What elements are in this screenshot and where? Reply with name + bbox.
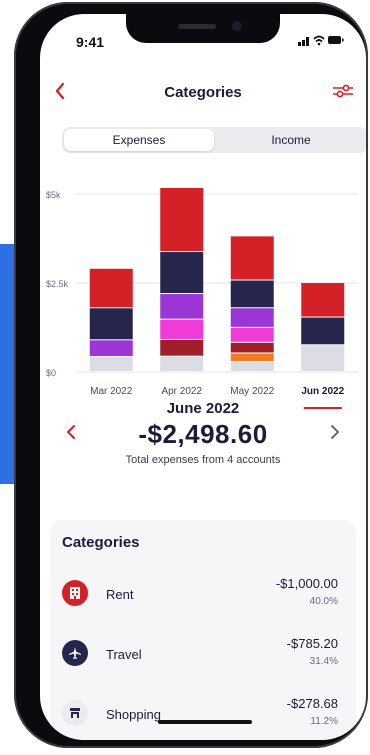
- bar-segment[interactable]: [160, 187, 204, 252]
- category-row-travel[interactable]: Travel -$785.20 31.4%: [50, 636, 356, 676]
- bar-segment[interactable]: [230, 236, 274, 280]
- bar-segment[interactable]: [230, 308, 274, 327]
- bar-segment[interactable]: [89, 308, 133, 340]
- y-tick-label: $0: [46, 368, 56, 378]
- category-percent: 31.4%: [309, 656, 338, 667]
- sliders-icon: [333, 84, 353, 98]
- bar-segment[interactable]: [301, 317, 345, 345]
- categories-panel: Categories Rent -$1,000.00 40.0% Travel …: [50, 520, 356, 740]
- category-name: Rent: [106, 587, 134, 602]
- bar-segment[interactable]: [230, 362, 274, 371]
- previous-month-button[interactable]: [66, 424, 76, 445]
- bar-segment[interactable]: [230, 327, 274, 342]
- status-time: 9:41: [76, 34, 105, 50]
- phone-notch: [126, 14, 280, 43]
- bar-segment[interactable]: [230, 342, 274, 353]
- phone-frame: 9:41 Categories Expenses Income $5k $2.5…: [14, 2, 368, 748]
- filter-button[interactable]: [332, 82, 354, 105]
- bar-segment[interactable]: [230, 353, 274, 362]
- bar-segment[interactable]: [89, 340, 133, 357]
- summary-month: June 2022: [166, 400, 240, 417]
- app-screen: 9:41 Categories Expenses Income $5k $2.5…: [40, 14, 366, 740]
- next-month-button[interactable]: [330, 424, 340, 445]
- y-tick-label: $2.5k: [46, 279, 69, 289]
- category-row-rent[interactable]: Rent -$1,000.00 40.0%: [50, 576, 356, 616]
- category-percent: 11.2%: [310, 716, 338, 727]
- segmented-control: Expenses Income: [62, 127, 366, 153]
- y-tick-label: $5k: [46, 190, 61, 200]
- chevron-right-icon: [331, 425, 339, 439]
- category-amount: -$278.68: [286, 696, 338, 711]
- expenses-chart: $5k $2.5k $0 Mar 2022 Apr 2022 May 2022 Jun 20…: [40, 174, 366, 414]
- bar-segment[interactable]: [160, 339, 204, 356]
- bar-segment[interactable]: [301, 283, 345, 317]
- nav-bar: Categories: [40, 76, 366, 106]
- summary-subtitle: Total expenses from 4 accounts: [125, 454, 281, 466]
- status-icons: [298, 34, 344, 49]
- home-indicator: [158, 720, 252, 724]
- signal-wifi-battery-icon: [298, 35, 344, 46]
- bar-segment[interactable]: [160, 356, 204, 371]
- bar-segment[interactable]: [301, 345, 345, 371]
- category-name: Travel: [106, 647, 142, 662]
- bar-segment[interactable]: [230, 280, 274, 308]
- bar-segment[interactable]: [160, 294, 204, 319]
- segment-income[interactable]: Income: [216, 129, 366, 151]
- bar-segment[interactable]: [160, 319, 204, 339]
- chevron-left-icon: [67, 425, 75, 439]
- category-row-shopping[interactable]: Shopping -$278.68 11.2%: [50, 696, 356, 736]
- bar-segment[interactable]: [89, 357, 133, 371]
- airplane-icon: [62, 640, 88, 666]
- category-name: Shopping: [106, 707, 161, 722]
- category-amount: -$785.20: [286, 636, 338, 651]
- segment-expenses[interactable]: Expenses: [64, 129, 214, 151]
- category-percent: 40.0%: [309, 596, 338, 607]
- building-icon: [62, 580, 88, 606]
- bar-segment[interactable]: [160, 252, 204, 294]
- category-amount: -$1,000.00: [275, 576, 338, 591]
- page-title: Categories: [164, 84, 242, 101]
- speaker: [178, 24, 216, 29]
- stacked-bar-chart: $5k$2.5k$0Mar 2022 Apr 2022 May 2022 Jun 20…: [46, 187, 358, 409]
- store-icon: [62, 700, 88, 726]
- summary-amount: -$2,498.60: [138, 419, 268, 449]
- bar-segment[interactable]: [89, 268, 133, 308]
- categories-heading: Categories: [62, 534, 140, 551]
- camera: [232, 21, 242, 31]
- month-summary: June 2022 -$2,498.60 Total expenses from…: [40, 396, 366, 466]
